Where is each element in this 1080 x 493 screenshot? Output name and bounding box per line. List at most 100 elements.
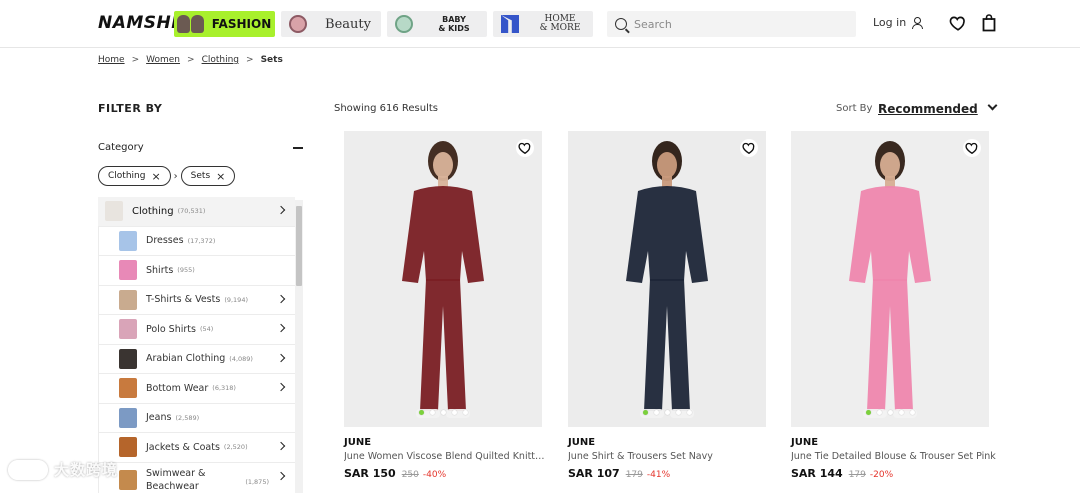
search-icon (615, 18, 627, 30)
product-image[interactable] (791, 131, 989, 427)
category-item-count: (2,520) (223, 443, 248, 452)
category-item-count: (4,089) (229, 354, 253, 363)
fashion-thumbnail (174, 11, 208, 37)
category-item[interactable]: Polo Shirts (54) (98, 315, 295, 345)
namshi-logo[interactable]: NAMSHI (98, 13, 178, 33)
price-row: SAR 150 250 -40% (344, 467, 542, 480)
product-name[interactable]: June Women Viscose Blend Quilted Knitted… (344, 451, 549, 462)
tab-beauty-label: Beauty (325, 16, 371, 32)
carousel-dot[interactable] (418, 410, 424, 415)
product-card[interactable]: JUNE June Women Viscose Blend Quilted Kni… (344, 131, 549, 480)
wishlist-heart-icon[interactable] (949, 14, 967, 32)
remove-chip-icon[interactable]: × (216, 171, 225, 182)
original-price: 179 (848, 470, 866, 480)
product-name[interactable]: June Shirt & Trousers Set Navy (568, 451, 773, 462)
category-item[interactable]: Swimwear & Beachwear (1,875) (98, 462, 295, 493)
category-item-count: (54) (199, 325, 214, 334)
carousel-dot[interactable] (865, 410, 871, 415)
tab-baby-kids[interactable]: BABY & KIDS (387, 11, 487, 37)
product-brand: JUNE (344, 437, 372, 448)
category-item-label: Jeans (146, 412, 172, 424)
tab-beauty[interactable]: Beauty (281, 11, 381, 37)
breadcrumb-separator: > (246, 55, 254, 65)
search-input[interactable] (634, 17, 834, 31)
category-item[interactable]: Jackets & Coats (2,520) (98, 433, 295, 463)
login-button[interactable]: Log in (873, 16, 924, 29)
add-to-wishlist-heart-icon[interactable] (516, 139, 534, 157)
carousel-dot[interactable] (440, 410, 446, 415)
category-item[interactable]: Shirts (955) (98, 256, 295, 286)
beauty-thumbnail (281, 11, 315, 37)
category-heading[interactable]: Category (98, 142, 144, 153)
chevron-right-icon[interactable] (276, 294, 286, 303)
chevron-right-icon[interactable] (276, 382, 286, 392)
remove-chip-icon[interactable]: × (151, 171, 160, 182)
category-item-label: Jackets & Coats (146, 441, 220, 453)
carousel-dot[interactable] (686, 410, 692, 415)
carousel-dot[interactable] (898, 410, 904, 415)
product-image[interactable] (344, 131, 542, 427)
category-thumbnail (119, 348, 137, 369)
breadcrumb-women[interactable]: Women (146, 55, 180, 65)
carousel-dot[interactable] (429, 410, 435, 415)
collapse-minus-icon[interactable] (293, 147, 303, 149)
carousel-dot[interactable] (462, 410, 468, 415)
breadcrumb: Home > Women > Clothing > Sets (98, 55, 283, 65)
category-item[interactable]: Dresses (17,372) (98, 226, 295, 256)
model-figure (626, 141, 708, 418)
category-item-count: (17,372) (187, 236, 216, 245)
product-name[interactable]: June Tie Detailed Blouse & Trouser Set P… (791, 451, 996, 462)
shopping-bag-icon[interactable] (982, 14, 996, 32)
chevron-right-icon[interactable] (276, 205, 286, 215)
category-thumbnail (119, 407, 137, 428)
selected-category-chips: Clothing × › Sets × (98, 166, 236, 186)
product-image[interactable] (568, 131, 766, 427)
add-to-wishlist-heart-icon[interactable] (740, 139, 758, 157)
chevron-right-icon: › (173, 170, 178, 182)
chip-clothing[interactable]: Clothing × (98, 166, 171, 186)
category-item[interactable]: Bottom Wear (6,318) (98, 374, 295, 404)
tab-home-more[interactable]: HOME & MORE (493, 11, 593, 37)
product-card[interactable]: JUNE June Shirt & Trousers Set Navy SAR 10… (568, 131, 766, 480)
carousel-dot[interactable] (876, 410, 882, 415)
sort-dropdown[interactable]: Recommended (878, 102, 978, 116)
carousel-dot[interactable] (451, 410, 457, 415)
discount-badge: -41% (646, 470, 671, 480)
category-item[interactable]: Jeans (2,589) (98, 403, 295, 433)
carousel-dot[interactable] (675, 410, 681, 415)
tab-fashion[interactable]: FASHION (174, 11, 275, 37)
chip-label: Clothing (108, 171, 146, 181)
product-card[interactable]: JUNE June Tie Detailed Blouse & Trouser S… (791, 131, 996, 480)
category-thumbnail (119, 289, 137, 310)
site-header: NAMSHI FASHION Beauty BABY & KIDS HOME &… (0, 0, 1080, 48)
category-item-count: (6,318) (212, 384, 236, 393)
chip-sets[interactable]: Sets × (180, 166, 236, 186)
breadcrumb-home[interactable]: Home (98, 55, 125, 65)
category-item[interactable]: Arabian Clothing (4,089) (98, 344, 295, 374)
search-bar[interactable] (607, 11, 856, 37)
category-item[interactable]: T-Shirts & Vests (9,194) (98, 285, 295, 315)
carousel-dot[interactable] (664, 410, 670, 415)
discount-badge: -20% (869, 470, 894, 480)
category-item-label: Dresses (146, 235, 184, 247)
chevron-right-icon[interactable] (276, 323, 286, 333)
original-price: 179 (625, 470, 643, 480)
chevron-right-icon[interactable] (276, 471, 286, 480)
filter-title: FILTER BY (98, 102, 163, 115)
chevron-right-icon[interactable] (276, 441, 286, 451)
carousel-dot[interactable] (642, 410, 648, 415)
breadcrumb-separator: > (131, 55, 140, 65)
chevron-down-icon[interactable] (987, 100, 998, 111)
carousel-dot[interactable] (653, 410, 659, 415)
carousel-dot[interactable] (887, 410, 893, 415)
chevron-right-icon[interactable] (276, 353, 286, 362)
user-icon (911, 16, 924, 29)
product-price: SAR 144 (791, 467, 843, 480)
sort-by-label: Sort By (836, 103, 873, 114)
category-item-count: (2,589) (175, 413, 200, 422)
carousel-dot[interactable] (909, 410, 915, 415)
breadcrumb-clothing[interactable]: Clothing (202, 55, 239, 65)
add-to-wishlist-heart-icon[interactable] (963, 139, 981, 157)
category-scrollbar-thumb[interactable] (296, 206, 302, 286)
category-item[interactable]: Clothing (70,531) (98, 197, 295, 227)
